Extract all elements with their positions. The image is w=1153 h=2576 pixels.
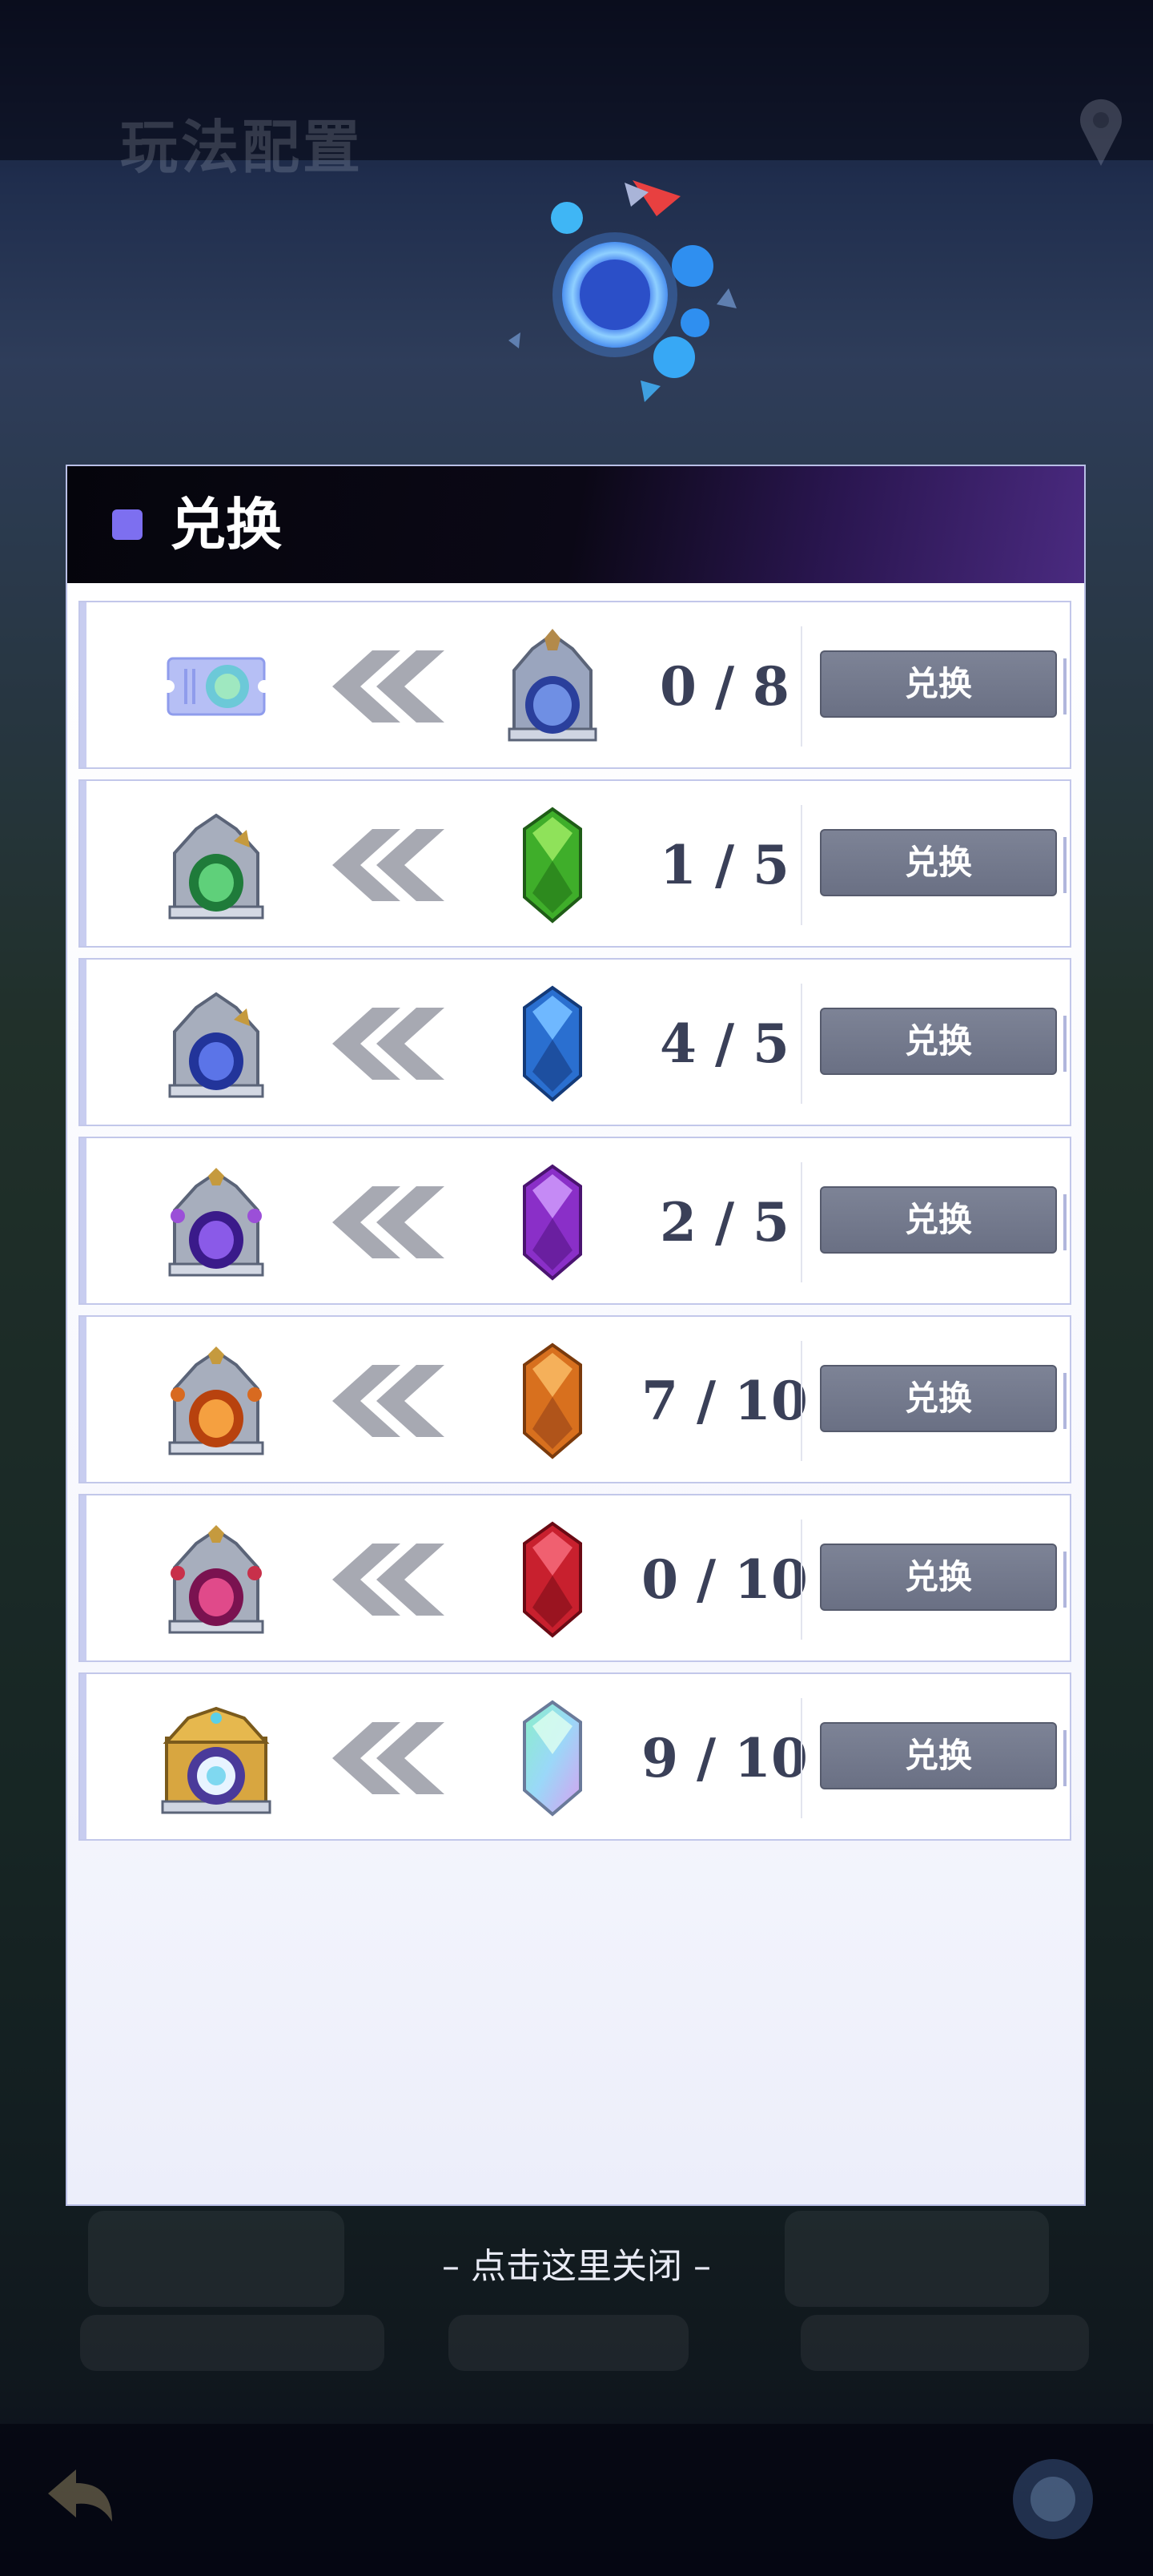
chevrons-left-icon: [332, 1544, 444, 1616]
divider: [801, 1698, 802, 1818]
exchange-panel: 兑换 0 / 8 兑换 1 / 5 兑换 4 / 5 兑换 2 / 5 兑换 7…: [66, 465, 1086, 2206]
green-portal-icon: [168, 813, 264, 920]
exchange-count: 0 / 10: [641, 1548, 808, 1611]
exchange-count: 7 / 10: [641, 1370, 808, 1432]
close-hint-button[interactable]: – 点击这里关闭 –: [0, 2243, 1153, 2291]
portal-orb-emblem: [508, 180, 737, 402]
blue-portal-icon: [168, 992, 264, 1098]
row-accent: [80, 1138, 86, 1303]
exchange-row: 4 / 5 兑换: [78, 958, 1071, 1126]
exchange-row: 0 / 10 兑换: [78, 1494, 1071, 1662]
background-bottom-bar: [0, 2424, 1153, 2576]
purple-portal-icon: [168, 1168, 264, 1277]
location-pin-icon: [1080, 99, 1122, 166]
blue-crystal-icon: [523, 985, 582, 1102]
panel-header: 兑换: [67, 466, 1084, 583]
exchange-button[interactable]: 兑换: [820, 1008, 1057, 1075]
exchange-count: 0 / 8: [660, 655, 789, 718]
divider: [801, 1519, 802, 1640]
row-edge: [1063, 1194, 1067, 1250]
exchange-button[interactable]: 兑换: [820, 1365, 1057, 1432]
chevrons-left-icon: [332, 1008, 444, 1080]
divider: [801, 1162, 802, 1282]
green-crystal-icon: [523, 807, 582, 924]
exchange-button[interactable]: 兑换: [820, 650, 1057, 718]
red-portal-icon: [168, 1525, 264, 1634]
row-accent: [80, 1674, 86, 1839]
row-edge: [1063, 837, 1067, 893]
exchange-button[interactable]: 兑换: [820, 1544, 1057, 1611]
orange-crystal-icon: [523, 1342, 582, 1459]
row-edge: [1063, 1373, 1067, 1429]
row-accent: [80, 602, 86, 767]
row-accent: [80, 781, 86, 946]
portal-gate-icon: [508, 629, 597, 742]
red-crystal-icon: [523, 1521, 582, 1638]
exchange-row: 7 / 10 兑换: [78, 1315, 1071, 1483]
exchange-button[interactable]: 兑换: [820, 1722, 1057, 1789]
divider: [801, 1341, 802, 1461]
exchange-row: 2 / 5 兑换: [78, 1137, 1071, 1305]
divider: [801, 805, 802, 925]
ticket-icon: [162, 657, 271, 716]
background-card: [80, 2315, 384, 2371]
row-accent: [80, 1495, 86, 1660]
exchange-row: 0 / 8 兑换: [78, 601, 1071, 769]
chevrons-left-icon: [332, 650, 444, 722]
back-arrow-icon[interactable]: [32, 2449, 128, 2546]
exchange-button[interactable]: 兑换: [820, 1186, 1057, 1254]
row-edge: [1063, 1016, 1067, 1072]
rainbow-crystal-icon: [523, 1700, 582, 1817]
chevrons-left-icon: [332, 1365, 444, 1437]
row-edge: [1063, 658, 1067, 714]
background-card: [448, 2315, 689, 2371]
divider: [801, 984, 802, 1104]
exchange-count: 2 / 5: [660, 1191, 789, 1254]
divider: [801, 626, 802, 747]
row-edge: [1063, 1730, 1067, 1786]
exchange-row: 9 / 10 兑换: [78, 1672, 1071, 1841]
exchange-count: 1 / 5: [660, 834, 789, 896]
row-accent: [80, 1317, 86, 1482]
golden-portal-icon: [161, 1706, 271, 1814]
chevrons-left-icon: [332, 829, 444, 901]
purple-crystal-icon: [523, 1164, 582, 1281]
row-accent: [80, 960, 86, 1125]
exchange-button[interactable]: 兑换: [820, 829, 1057, 896]
exchange-row: 1 / 5 兑换: [78, 779, 1071, 948]
chevrons-left-icon: [332, 1722, 444, 1794]
chevrons-left-icon: [332, 1186, 444, 1258]
panel-title: 兑换: [170, 492, 282, 557]
orange-portal-icon: [168, 1346, 264, 1455]
title-marker-icon: [112, 509, 143, 540]
background-card: [801, 2315, 1089, 2371]
exchange-list: 0 / 8 兑换 1 / 5 兑换 4 / 5 兑换 2 / 5 兑换 7 / …: [78, 601, 1071, 1851]
exchange-count: 4 / 5: [660, 1012, 789, 1075]
background-title: 玩法配置: [120, 114, 364, 181]
exchange-count: 9 / 10: [641, 1727, 808, 1789]
row-edge: [1063, 1552, 1067, 1608]
menu-badge-icon[interactable]: [1005, 2451, 1101, 2547]
